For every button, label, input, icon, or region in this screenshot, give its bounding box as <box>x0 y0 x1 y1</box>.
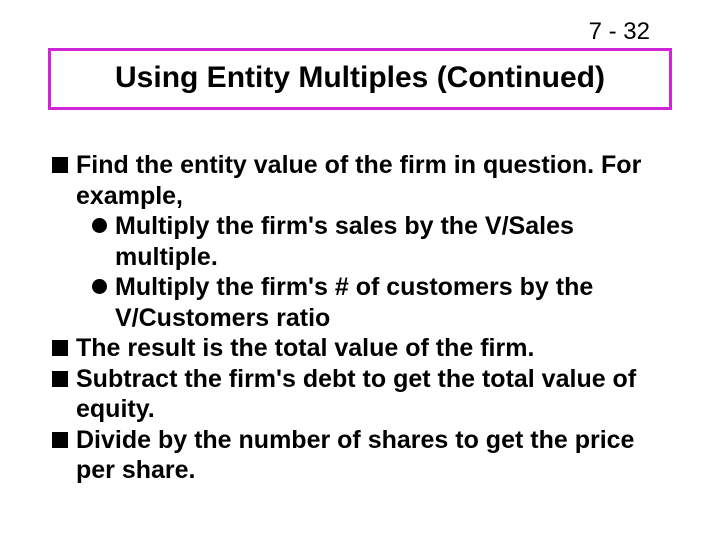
content-area: Find the entity value of the firm in que… <box>52 150 668 486</box>
bullet-item: Divide by the number of shares to get th… <box>52 425 668 486</box>
bullet-item: Subtract the firm's debt to get the tota… <box>52 364 668 425</box>
slide-title: Using Entity Multiples (Continued) <box>63 61 657 95</box>
bullet-text: Subtract the firm's debt to get the tota… <box>76 364 668 425</box>
bullet-text: Divide by the number of shares to get th… <box>76 425 668 486</box>
bullet-text: The result is the total value of the fir… <box>76 333 668 364</box>
title-box: Using Entity Multiples (Continued) <box>48 48 672 110</box>
square-bullet-icon <box>52 432 68 448</box>
bullet-text: Find the entity value of the firm in que… <box>76 150 668 211</box>
square-bullet-icon <box>52 157 68 173</box>
bullet-text: Multiply the firm's # of customers by th… <box>115 272 668 333</box>
bullet-item: The result is the total value of the fir… <box>52 333 668 364</box>
round-bullet-icon <box>92 218 107 233</box>
page-number: 7 - 32 <box>589 18 650 46</box>
square-bullet-icon <box>52 340 68 356</box>
sub-bullet-item: Multiply the firm's # of customers by th… <box>52 272 668 333</box>
sub-bullet-item: Multiply the firm's sales by the V/Sales… <box>52 211 668 272</box>
slide: 7 - 32 Using Entity Multiples (Continued… <box>0 0 720 540</box>
bullet-item: Find the entity value of the firm in que… <box>52 150 668 211</box>
bullet-text: Multiply the firm's sales by the V/Sales… <box>115 211 668 272</box>
round-bullet-icon <box>92 279 107 294</box>
square-bullet-icon <box>52 371 68 387</box>
